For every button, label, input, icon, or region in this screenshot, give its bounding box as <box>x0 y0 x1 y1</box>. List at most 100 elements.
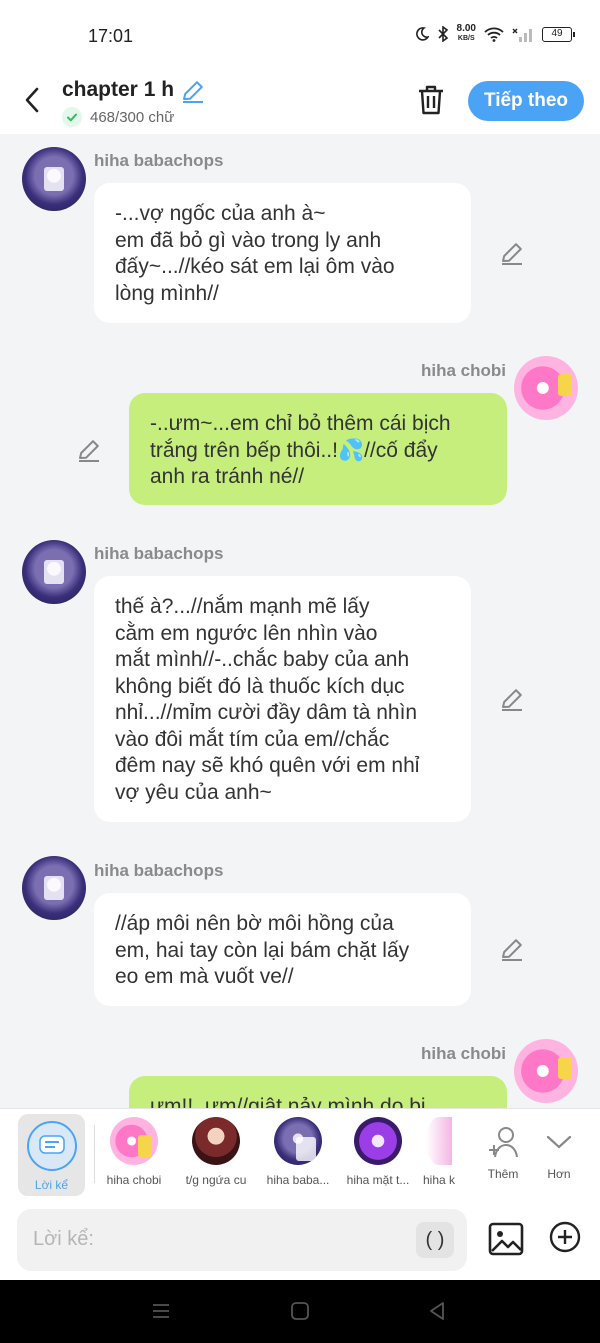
message-line: đêm nay sẽ khó quên với em nhỉ <box>115 754 420 777</box>
collapse-label: Hơn <box>547 1167 571 1181</box>
character-avatar <box>110 1117 158 1165</box>
edit-message-button[interactable] <box>499 240 525 266</box>
message-sender: hiha babachops <box>94 861 224 880</box>
back-triangle-icon <box>430 1302 444 1320</box>
character-name: hiha mặt t... <box>346 1173 410 1187</box>
message-sender: hiha babachops <box>94 151 224 170</box>
character-item[interactable]: hiha mặt t... <box>344 1117 412 1193</box>
back-button[interactable] <box>14 80 50 120</box>
pencil-icon <box>502 243 522 265</box>
menu-nav-button[interactable] <box>150 1300 172 1322</box>
wifi-icon <box>484 27 504 42</box>
status-time: 17:01 <box>88 26 134 46</box>
chapter-title: chapter 1 h <box>62 78 175 101</box>
collapse-button[interactable]: Hơn <box>528 1117 590 1193</box>
message-bubble[interactable]: -..ưm~...em chỉ bỏ thêm cái bịch trắng t… <box>129 393 507 505</box>
message-line: em đã bỏ gì vào trong ly anh <box>115 228 382 252</box>
add-button[interactable] <box>548 1220 582 1254</box>
message-line: eo em mà vuốt ve// <box>115 965 294 988</box>
edit-message-button[interactable] <box>499 936 525 962</box>
character-avatar <box>426 1117 452 1165</box>
message-line: vào đôi mắt tím của em//chắc <box>115 727 390 751</box>
word-count: 468/300 chữ <box>62 107 174 127</box>
input-placeholder: Lời kể: <box>33 1228 94 1250</box>
image-icon <box>488 1222 524 1256</box>
avatar-babachops[interactable] <box>22 540 86 604</box>
pencil-icon <box>502 939 522 961</box>
check-icon <box>62 107 82 127</box>
message-line: vợ yêu của anh~ <box>115 780 272 804</box>
net-speed-unit: KB/S <box>457 35 475 42</box>
message-bubble[interactable]: -...vợ ngốc của anh à~ em đã bỏ gì vào t… <box>94 183 471 323</box>
more-label: Thêm <box>487 1167 519 1181</box>
character-name: hiha k <box>422 1173 456 1187</box>
more-characters-button[interactable]: Thêm <box>472 1117 534 1193</box>
word-count-text: 468/300 chữ <box>90 108 175 126</box>
edit-message-button[interactable] <box>76 437 102 463</box>
plus-circle-icon <box>549 1221 581 1253</box>
status-icons: 8.00 KB/S 49 <box>415 24 575 44</box>
narrator-label: Lời kể <box>34 1178 69 1192</box>
avatar-babachops[interactable] <box>22 856 86 920</box>
character-avatar <box>354 1117 402 1165</box>
menu-icon <box>153 1304 169 1318</box>
character-item[interactable]: hiha k <box>414 1117 464 1193</box>
character-name: t/g ngứa cu <box>185 1173 247 1187</box>
add-user-icon <box>489 1127 518 1158</box>
message-line: ưm!!..ưm//giật nảy mình do bị <box>150 1095 426 1108</box>
character-name: hiha baba... <box>266 1173 330 1187</box>
character-avatar <box>192 1117 240 1165</box>
character-selector: Lời kể hiha chobi t/g ngứa cu hiha baba.… <box>0 1108 600 1200</box>
character-avatar <box>274 1117 322 1165</box>
message-line: thế à?...//nắm mạnh mẽ lấy <box>115 595 370 618</box>
message-sender: hiha chobi <box>421 1044 506 1063</box>
chat-area[interactable]: hiha babachops -...vợ ngốc của anh à~ em… <box>0 134 600 1108</box>
message-line: trắng trên bếp thôi..!💦//cố đẩy <box>150 438 438 462</box>
pencil-icon <box>79 440 99 462</box>
message-bubble[interactable]: thế à?...//nắm mạnh mẽ lấy cằm em ngước … <box>94 576 471 822</box>
message-line: lòng mình// <box>115 281 219 305</box>
net-speed: 8.00 KB/S <box>457 24 476 44</box>
net-speed-value: 8.00 <box>456 23 476 34</box>
insert-image-button[interactable] <box>488 1222 524 1256</box>
message-sender: hiha babachops <box>94 544 224 563</box>
message-bubble[interactable]: //áp môi nên bờ môi hồng của em, hai tay… <box>94 893 471 1006</box>
system-nav-bar <box>0 1280 600 1343</box>
battery-indicator: 49 <box>542 26 575 42</box>
edit-message-button[interactable] <box>499 686 525 712</box>
next-button[interactable]: Tiếp theo <box>468 81 584 121</box>
character-item[interactable]: hiha baba... <box>264 1117 332 1193</box>
chevron-down-icon <box>546 1135 572 1149</box>
narrator-button[interactable]: Lời kể <box>18 1114 85 1196</box>
avatar-chobi[interactable] <box>514 1039 578 1103</box>
message-sender: hiha chobi <box>421 361 506 380</box>
message-line: đấy~...//kéo sát em lại ôm vào <box>115 255 395 278</box>
delete-button[interactable] <box>416 84 448 116</box>
message-bubble[interactable]: ưm!!..ưm//giật nảy mình do bị <box>129 1076 507 1108</box>
home-square-icon <box>291 1302 309 1320</box>
back-nav-button[interactable] <box>426 1300 448 1322</box>
message-line: nhỉ...//mỉm cười đầy dâm tà nhìn <box>115 701 418 724</box>
message-line: -...vợ ngốc của anh à~ <box>115 202 326 225</box>
character-item[interactable]: t/g ngứa cu <box>182 1117 250 1193</box>
message-line: anh ra tránh né// <box>150 465 305 488</box>
action-paren-button[interactable]: ( ) <box>416 1222 454 1258</box>
composer: Lời kể: ( ) <box>0 1200 600 1280</box>
avatar-babachops[interactable] <box>22 147 86 211</box>
status-bar: 17:01 8.00 KB/S 49 <box>0 0 600 72</box>
editor-header: chapter 1 h 468/300 chữ Tiếp theo <box>0 72 600 134</box>
character-item[interactable]: hiha chobi <box>100 1117 168 1193</box>
trash-icon <box>419 85 443 115</box>
edit-title-button[interactable] <box>180 78 206 109</box>
moon-icon <box>415 27 429 41</box>
home-nav-button[interactable] <box>289 1300 311 1322</box>
pencil-icon <box>183 81 203 103</box>
divider <box>94 1125 95 1183</box>
avatar-chobi[interactable] <box>514 356 578 420</box>
message-line: em, hai tay còn lại bám chặt lấy <box>115 938 410 962</box>
pencil-icon <box>502 689 522 711</box>
message-line: cằm em ngước lên nhìn vào <box>115 621 378 645</box>
character-name: hiha chobi <box>106 1173 162 1187</box>
message-line: không biết đó là thuốc kích dục <box>115 674 405 698</box>
bluetooth-icon <box>437 26 448 42</box>
